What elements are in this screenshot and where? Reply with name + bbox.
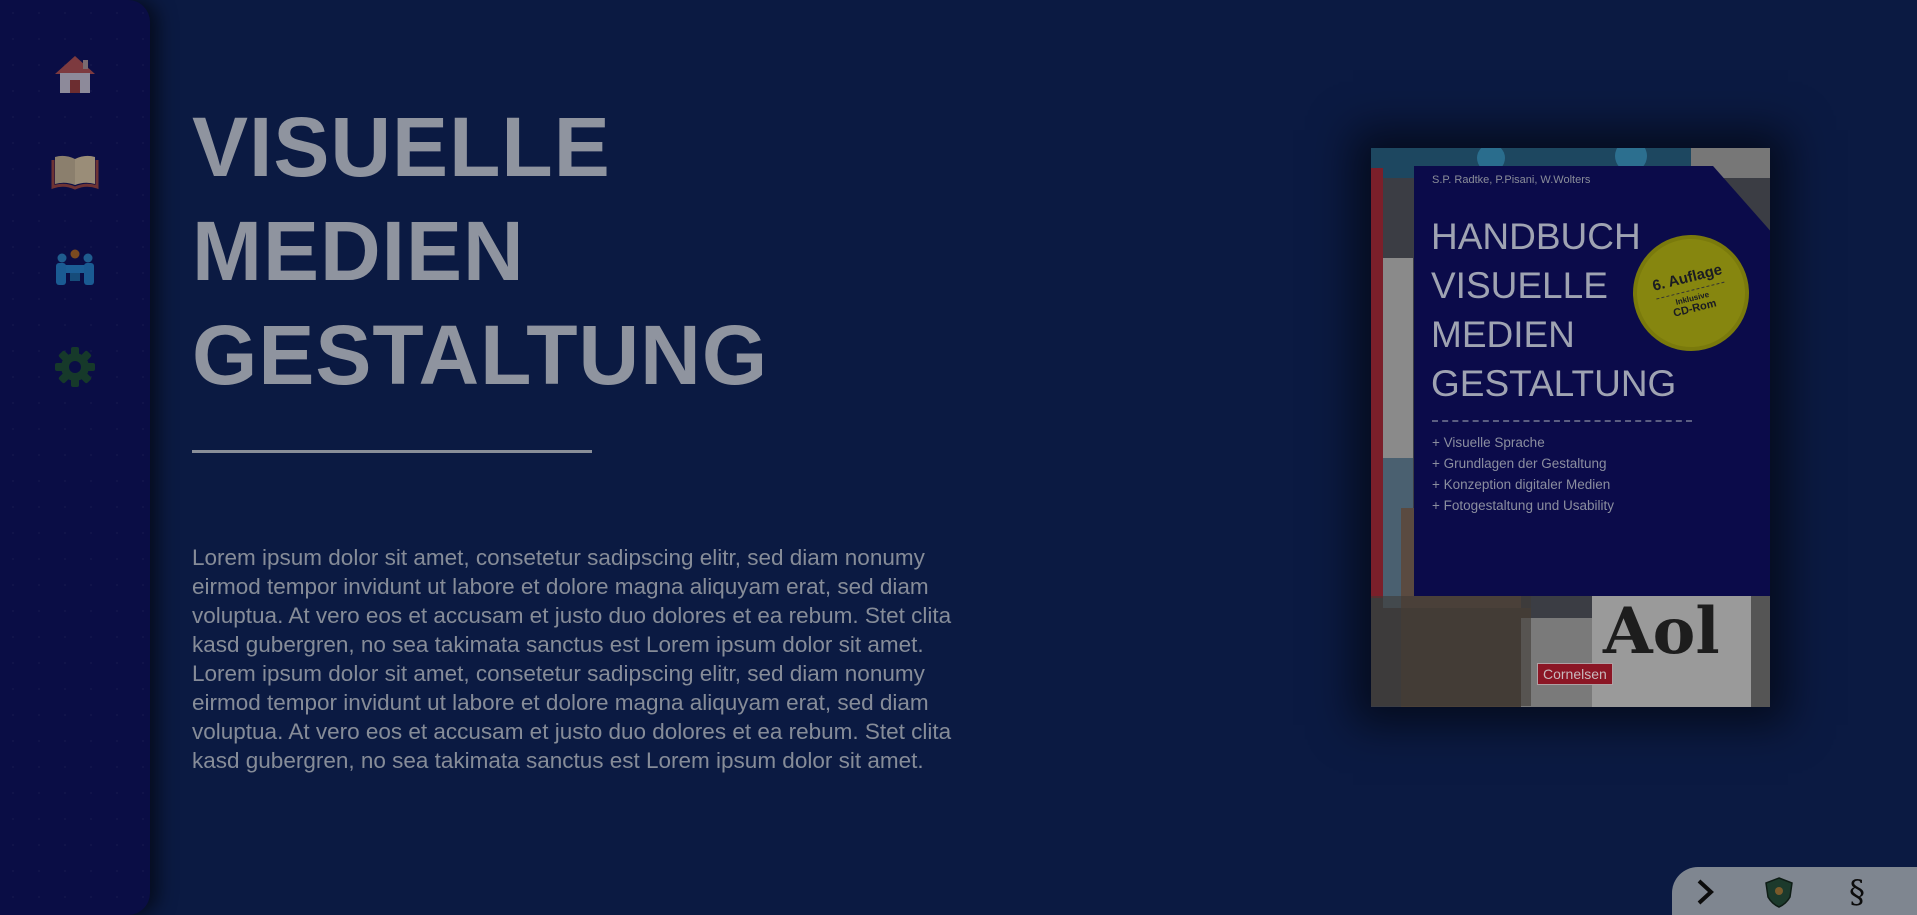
next-button[interactable]: [1689, 875, 1723, 909]
book-title-line: GESTALTUNG: [1431, 363, 1677, 404]
gear-icon: [55, 347, 95, 387]
title-line: MEDIEN: [192, 204, 525, 298]
book-title-line: MEDIEN: [1431, 314, 1575, 355]
people-meeting-icon: [56, 249, 94, 285]
privacy-button[interactable]: [1762, 875, 1796, 909]
book-topics: + Visuelle Sprache + Grundlagen der Gest…: [1432, 432, 1614, 516]
nav-book[interactable]: [50, 145, 100, 195]
shield-icon: [1765, 877, 1793, 908]
sidebar: [0, 0, 150, 915]
svg-text:Aol: Aol: [1602, 594, 1720, 669]
body-text: Lorem ipsum dolor sit amet, consetetur s…: [192, 545, 952, 773]
book-cover: Aol S.P. Radtke, P.Pisani, W.Wolters HAN…: [1371, 148, 1770, 707]
nav-settings[interactable]: [50, 342, 100, 392]
nav-meeting[interactable]: [50, 243, 100, 293]
book-topic: + Visuelle Sprache: [1432, 435, 1545, 450]
book-topic: + Grundlagen der Gestaltung: [1432, 456, 1607, 471]
title-line: VISUELLE: [192, 100, 611, 194]
page-title: VISUELLE MEDIEN GESTALTUNG: [192, 95, 768, 407]
legal-notice-button[interactable]: §: [1840, 875, 1874, 909]
chevron-right-icon: [1697, 879, 1714, 905]
publisher-logo: Cornelsen: [1537, 663, 1613, 685]
title-line: GESTALTUNG: [192, 308, 769, 402]
book-topic: + Fotogestaltung und Usability: [1432, 498, 1614, 513]
nav-home[interactable]: [50, 50, 100, 100]
book-title-line: HANDBUCH: [1431, 216, 1641, 257]
home-icon: [55, 56, 95, 93]
corner-bar: §: [1672, 867, 1917, 915]
book-dash-divider: [1432, 420, 1692, 422]
book-authors: S.P. Radtke, P.Pisani, W.Wolters: [1432, 174, 1591, 186]
title-divider: [192, 450, 592, 453]
open-book-icon: [51, 155, 99, 190]
book-topic: + Konzeption digitaler Medien: [1432, 477, 1611, 492]
